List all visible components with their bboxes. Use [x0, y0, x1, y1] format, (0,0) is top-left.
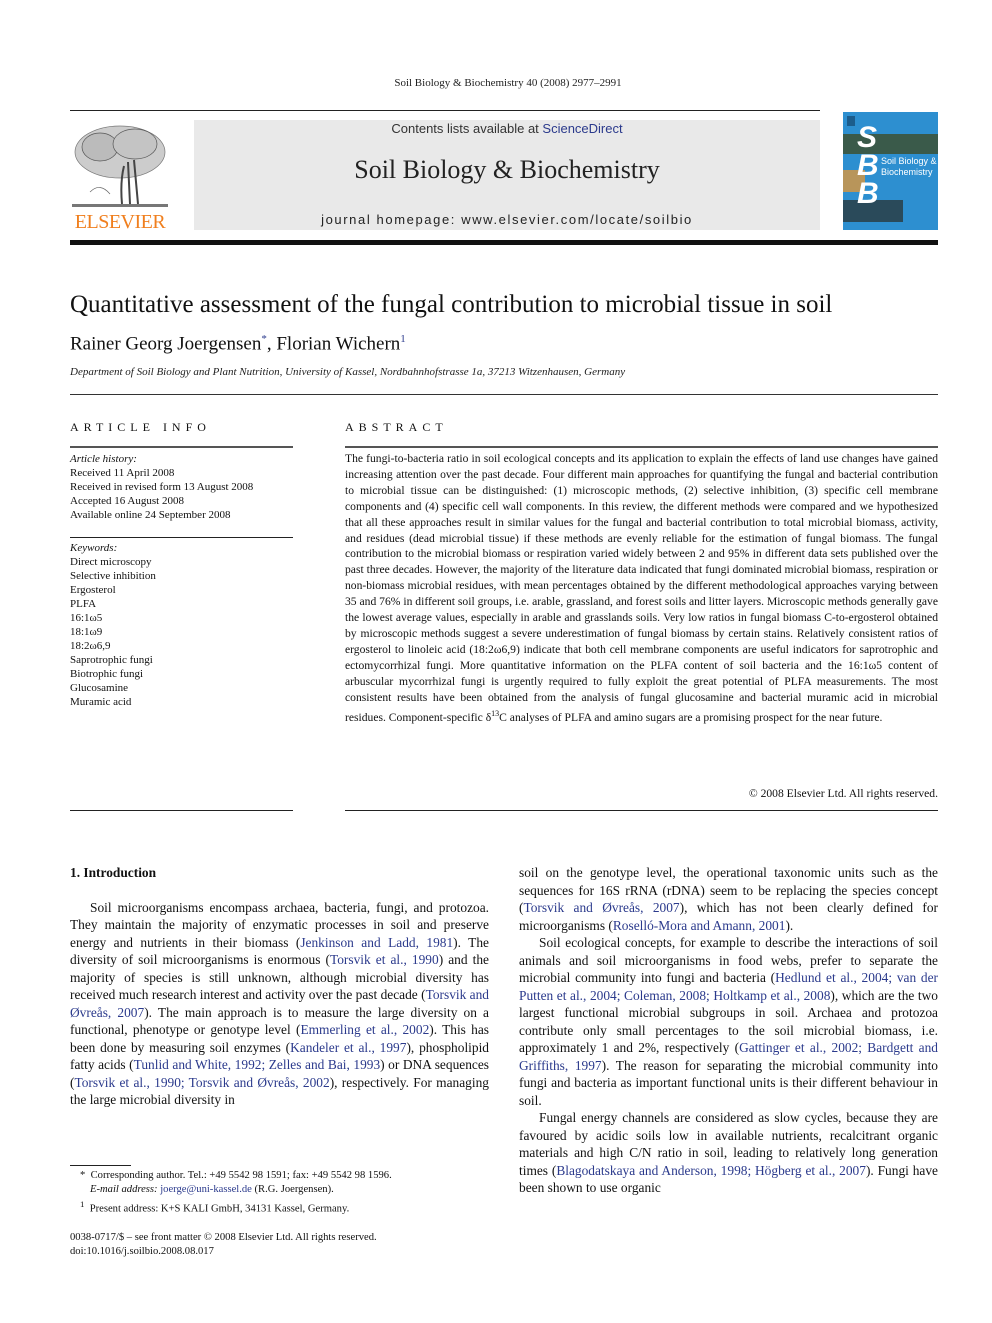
- abstract-heading: ABSTRACT: [345, 420, 448, 434]
- paragraph: Soil ecological concepts, for example to…: [519, 934, 938, 1109]
- citation-link[interactable]: Torsvik and Øvreås, 2007: [523, 900, 679, 915]
- running-header: Soil Biology & Biochemistry 40 (2008) 29…: [394, 77, 622, 89]
- keyword: Biotrophic fungi: [70, 668, 144, 680]
- left-column: 1. Introduction Soil microorganisms enco…: [70, 864, 489, 1109]
- keywords: Keywords: Direct microscopy Selective in…: [70, 541, 300, 709]
- divider: [70, 394, 938, 395]
- email-link[interactable]: joerge@uni-kassel.de: [160, 1184, 252, 1195]
- divider: [70, 810, 293, 811]
- keyword: PLFA: [70, 598, 97, 610]
- keyword: Glucosamine: [70, 682, 129, 694]
- cover-letters: S B B: [857, 121, 879, 210]
- history-item: Received in revised form 13 August 2008: [70, 481, 254, 493]
- paragraph: soil on the genotype level, the operatio…: [519, 864, 938, 934]
- contents-prefix: Contents lists available at: [391, 121, 543, 136]
- sciencedirect-link[interactable]: ScienceDirect: [542, 121, 622, 136]
- keyword: Saprotrophic fungi: [70, 654, 153, 666]
- keyword: Ergosterol: [70, 584, 116, 596]
- divider: [70, 537, 293, 538]
- elsevier-wordmark: ELSEVIER: [74, 211, 166, 233]
- author-name[interactable]: Rainer Georg Joergensen: [70, 333, 261, 354]
- divider: [345, 810, 938, 811]
- keyword: Muramic acid: [70, 696, 132, 708]
- email-footnote: E-mail address: joerge@uni-kassel.de (R.…: [90, 1184, 334, 1195]
- cover-title: Soil Biology & Biochemistry: [881, 156, 937, 177]
- footnote-rule: [70, 1165, 131, 1166]
- keyword: 16:1ω5: [70, 612, 103, 624]
- citation-link[interactable]: Torsvik et al., 1990; Torsvik and Øvreås…: [74, 1075, 329, 1090]
- citation-link[interactable]: Tunlid and White, 1992; Zelles and Bai, …: [134, 1057, 381, 1072]
- body-text: ).: [785, 917, 794, 933]
- citation-link[interactable]: Roselló-Mora and Amann, 2001: [613, 918, 786, 933]
- keyword: Direct microscopy: [70, 556, 152, 568]
- keyword: Selective inhibition: [70, 570, 156, 582]
- journal-title: Soil Biology & Biochemistry: [354, 155, 660, 184]
- author-name[interactable]: Florian Wichern: [276, 333, 400, 354]
- history-item: Received 11 April 2008: [70, 467, 175, 479]
- journal-homepage-link[interactable]: journal homepage: www.elsevier.com/locat…: [194, 212, 820, 227]
- section-heading: 1. Introduction: [70, 865, 157, 880]
- present-address-footnote: 1 Present address: K+S KALI GmbH, 34131 …: [80, 1199, 350, 1215]
- divider: [70, 110, 820, 111]
- right-column: soil on the genotype level, the operatio…: [519, 864, 938, 1197]
- article-history: Article history: Received 11 April 2008 …: [70, 452, 300, 522]
- cover-logo-mark: [847, 116, 855, 126]
- article-info-heading: ARTICLE INFO: [70, 420, 211, 434]
- keywords-label: Keywords:: [70, 542, 118, 554]
- divider: [345, 446, 938, 448]
- citation-link[interactable]: Emmerling et al., 2002: [300, 1022, 429, 1037]
- corresponding-footnote: * Corresponding author. Tel.: +49 5542 9…: [80, 1170, 392, 1181]
- footnote-mark[interactable]: 1: [400, 333, 406, 345]
- history-item: Available online 24 September 2008: [70, 509, 231, 521]
- author-list: Rainer Georg Joergensen*, Florian Wicher…: [70, 333, 406, 355]
- divider: [70, 446, 293, 448]
- citation-link[interactable]: Blagodatskaya and Anderson, 1998; Högber…: [556, 1163, 866, 1178]
- issn-line: 0038-0717/$ – see front matter © 2008 El…: [70, 1231, 377, 1243]
- doi-link[interactable]: doi:10.1016/j.soilbio.2008.08.017: [70, 1245, 500, 1259]
- footnotes: * Corresponding author. Tel.: +49 5542 9…: [70, 1169, 500, 1259]
- paragraph: Fungal energy channels are considered as…: [519, 1109, 938, 1197]
- paragraph: Soil microorganisms encompass archaea, b…: [70, 899, 489, 1109]
- citation-link[interactable]: Torsvik et al., 1990: [330, 952, 439, 967]
- affiliation: Department of Soil Biology and Plant Nut…: [70, 366, 626, 378]
- abstract-text: The fungi-to-bacteria ratio in soil ecol…: [345, 452, 938, 724]
- header-rule: [70, 240, 938, 245]
- keyword: 18:1ω9: [70, 626, 103, 638]
- citation-link[interactable]: Kandeler et al., 1997: [290, 1040, 406, 1055]
- contents-line: Contents lists available at ScienceDirec…: [194, 121, 820, 136]
- history-label: Article history:: [70, 453, 137, 465]
- copyright: © 2008 Elsevier Ltd. All rights reserved…: [748, 787, 938, 800]
- journal-cover-image: S B B Soil Biology & Biochemistry: [843, 112, 938, 230]
- citation-link[interactable]: Jenkinson and Ladd, 1981: [300, 935, 453, 950]
- keyword: 18:2ω6,9: [70, 640, 111, 652]
- history-item: Accepted 16 August 2008: [70, 495, 184, 507]
- article-title: Quantitative assessment of the fungal co…: [70, 291, 833, 318]
